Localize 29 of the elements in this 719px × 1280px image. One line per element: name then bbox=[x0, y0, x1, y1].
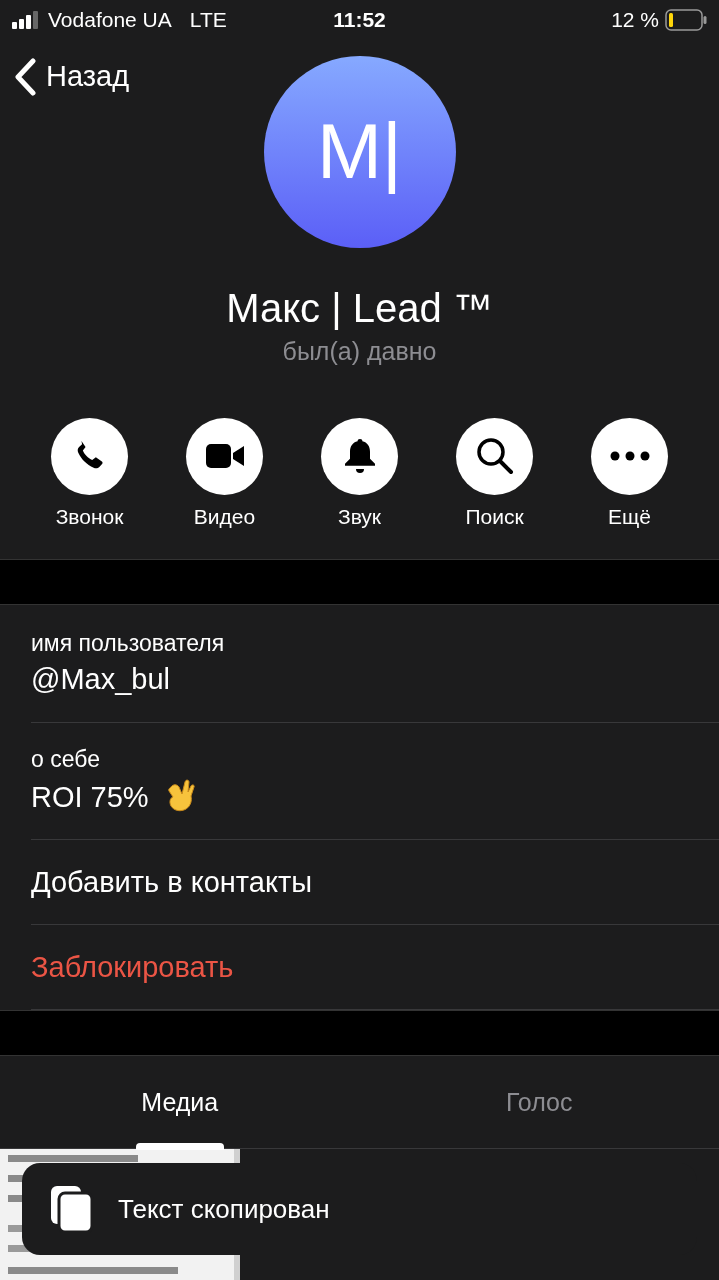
action-button[interactable]: Звук bbox=[304, 417, 415, 559]
username-value[interactable]: @Max_bul bbox=[31, 663, 719, 697]
chevron-left-icon bbox=[14, 57, 36, 96]
toast-message: Текст скопирован bbox=[118, 1193, 330, 1225]
battery-percent: 12 % bbox=[611, 7, 659, 32]
avatar: М| bbox=[263, 55, 456, 248]
field-label: о себе bbox=[31, 746, 101, 774]
back-button[interactable]: Назад bbox=[14, 57, 130, 96]
media-tab[interactable]: Голос bbox=[359, 1056, 719, 1148]
copy-icon bbox=[50, 1185, 94, 1233]
network-type: LTE bbox=[189, 7, 227, 32]
battery-icon bbox=[665, 8, 707, 31]
action-button[interactable]: Ещё bbox=[574, 417, 685, 559]
signal-icon bbox=[12, 10, 40, 29]
block-link[interactable]: Заблокировать bbox=[31, 950, 719, 984]
media-tab[interactable]: Медиа bbox=[0, 1056, 360, 1148]
last-seen-status: был(а) давно bbox=[282, 336, 437, 366]
clock-time: 11:52 bbox=[333, 7, 386, 32]
carrier-name: Vodafone UA bbox=[48, 7, 172, 32]
field-label: имя пользователя bbox=[31, 630, 226, 658]
more-icon bbox=[609, 451, 650, 462]
bio-value: ROI 75% bbox=[31, 780, 149, 814]
action-button[interactable]: Поиск bbox=[439, 417, 550, 559]
contact-name: Макс | Lead ™ bbox=[226, 285, 493, 331]
search-icon bbox=[475, 437, 514, 476]
action-button[interactable]: Звонок bbox=[34, 417, 145, 559]
action-button[interactable]: Видео bbox=[169, 417, 280, 559]
add-contact-link[interactable]: Добавить в контакты bbox=[31, 865, 719, 899]
video-camera-icon bbox=[205, 443, 244, 470]
